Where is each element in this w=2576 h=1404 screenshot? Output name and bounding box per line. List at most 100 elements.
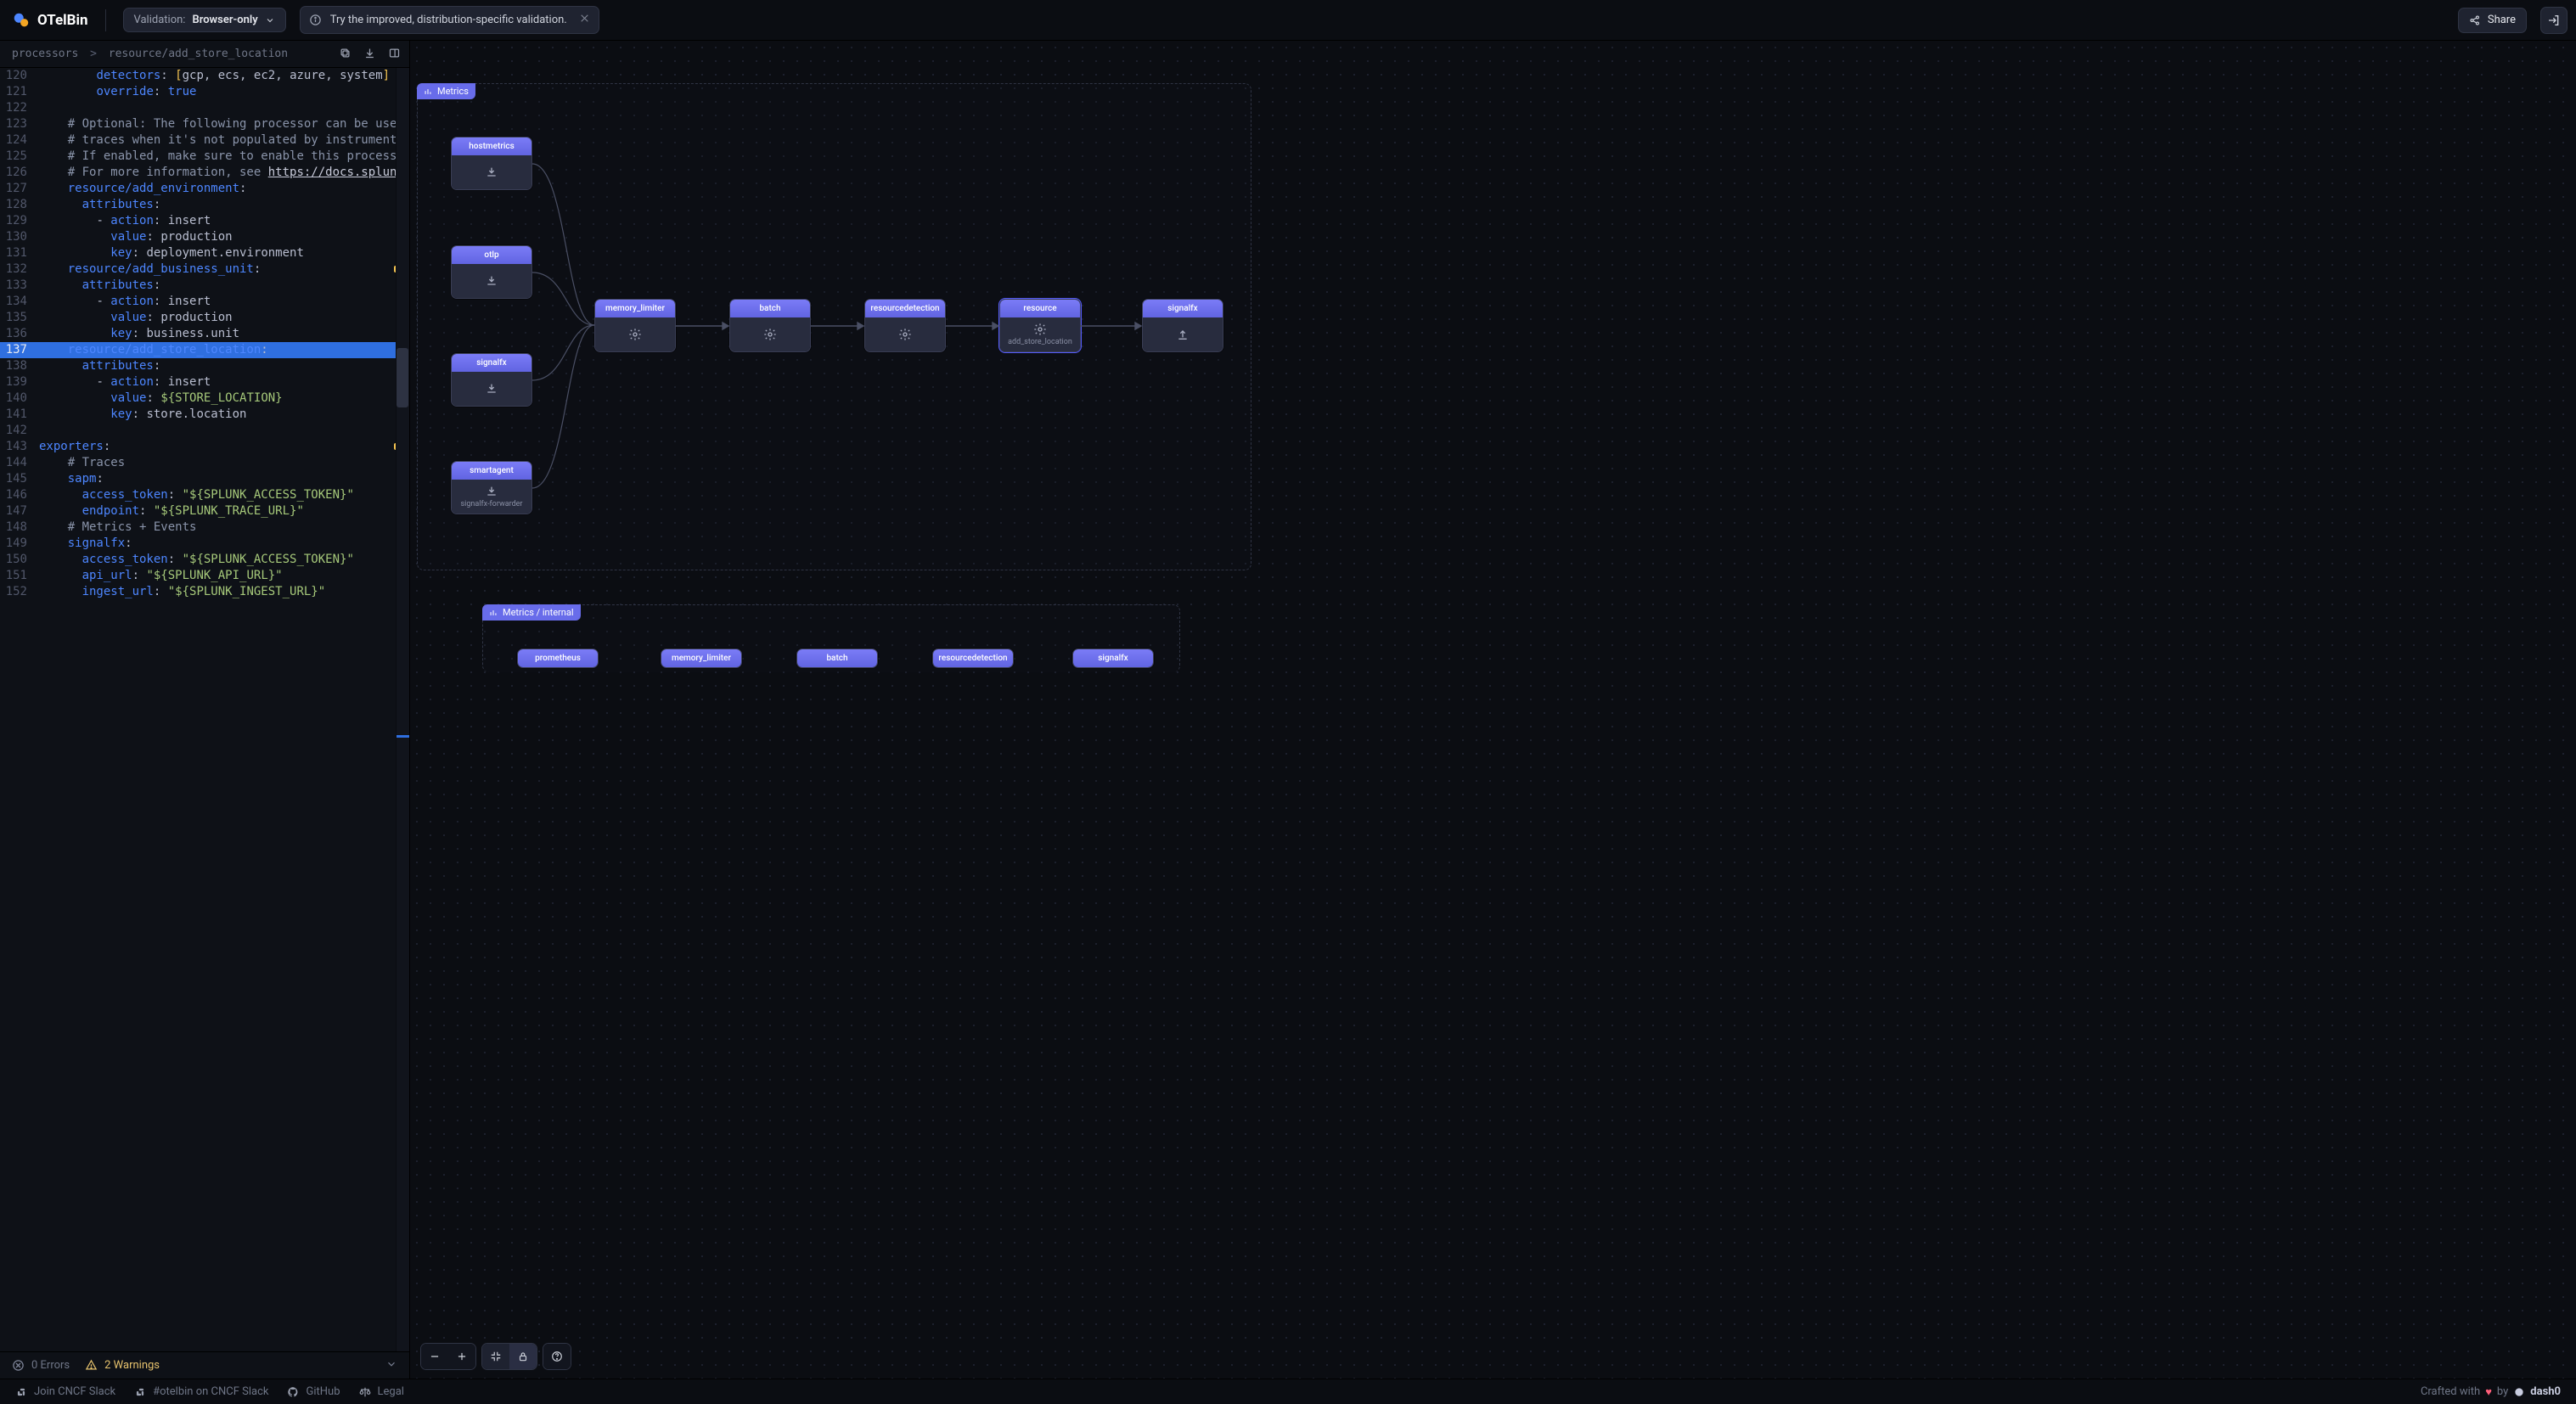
- topbar: OTelBin Validation: Browser-only Try the…: [0, 0, 2576, 41]
- code-line[interactable]: 129 - action: insert: [0, 213, 401, 229]
- slack-icon: [134, 1386, 146, 1398]
- code-line[interactable]: 151 api_url: "${SPLUNK_API_URL}": [0, 568, 401, 584]
- info-icon: [309, 14, 322, 26]
- code-line[interactable]: 132 resource/add_business_unit:: [0, 261, 401, 278]
- node-otlp[interactable]: otlp: [451, 245, 532, 299]
- code-line[interactable]: 143exporters:: [0, 439, 401, 455]
- share-icon: [2469, 14, 2481, 26]
- copy-button[interactable]: [337, 45, 353, 64]
- info-banner: Try the improved, distribution-specific …: [300, 6, 599, 34]
- pipeline-metrics: Metrics: [417, 83, 1251, 570]
- github-link[interactable]: GitHub: [287, 1385, 340, 1398]
- code-line[interactable]: 120 detectors: [gcp, ecs, ec2, azure, sy…: [0, 68, 401, 84]
- code-line[interactable]: 140 value: ${STORE_LOCATION}: [0, 390, 401, 407]
- node-memory-limiter[interactable]: memory_limiter: [594, 299, 676, 352]
- validation-label: Validation:: [134, 14, 186, 25]
- validation-value: Browser-only: [192, 14, 257, 25]
- code-line[interactable]: 146 access_token: "${SPLUNK_ACCESS_TOKEN…: [0, 487, 401, 503]
- validation-select[interactable]: Validation: Browser-only: [123, 8, 286, 32]
- code-line[interactable]: 121 override: true: [0, 84, 401, 100]
- code-line[interactable]: 144 # Traces: [0, 455, 401, 471]
- pipeline-tag-metrics: Metrics: [417, 83, 475, 99]
- node-internal-memory[interactable]: memory_limiter: [661, 649, 742, 668]
- bar-chart-icon: [424, 87, 432, 96]
- minimap-thumb[interactable]: [397, 348, 408, 407]
- node-internal-batch[interactable]: batch: [796, 649, 878, 668]
- upload-icon: [1176, 328, 1190, 341]
- code-line[interactable]: 148 # Metrics + Events: [0, 519, 401, 536]
- code-line[interactable]: 137 resource/add_store_location:: [0, 342, 401, 358]
- node-prometheus[interactable]: prometheus: [517, 649, 599, 668]
- toggle-panel-button[interactable]: [386, 45, 402, 64]
- code-line[interactable]: 125 # If enabled, make sure to enable th…: [0, 149, 401, 165]
- code-line[interactable]: 134 - action: insert: [0, 294, 401, 310]
- code-line[interactable]: 124 # traces when it's not populated by …: [0, 132, 401, 149]
- code-line[interactable]: 126 # For more information, see https://…: [0, 165, 401, 181]
- errors-count[interactable]: 0 Errors: [12, 1359, 70, 1372]
- gear-icon: [628, 328, 642, 341]
- node-signalfx-exporter[interactable]: signalfx: [1142, 299, 1223, 352]
- otelbin-icon: [12, 11, 31, 30]
- node-batch[interactable]: batch: [729, 299, 811, 352]
- panel-icon: [388, 47, 401, 59]
- breadcrumb-target[interactable]: resource/add_store_location: [109, 48, 288, 60]
- node-internal-resdet[interactable]: resourcedetection: [932, 649, 1014, 668]
- code-line[interactable]: 141 key: store.location: [0, 407, 401, 423]
- pipeline-canvas[interactable]: Metrics hostmetrics otlp signalfx smarta…: [410, 41, 2576, 1379]
- expand-validation[interactable]: [385, 1358, 397, 1373]
- code-line[interactable]: 130 value: production: [0, 229, 401, 245]
- minimap[interactable]: [396, 68, 409, 1351]
- code-line[interactable]: 133 attributes:: [0, 278, 401, 294]
- signin-button[interactable]: [2540, 7, 2568, 34]
- breadcrumb: processors > resource/add_store_location: [0, 41, 409, 68]
- code-line[interactable]: 127 resource/add_environment:: [0, 181, 401, 197]
- breadcrumb-section[interactable]: processors: [12, 48, 78, 60]
- footer: Join CNCF Slack #otelbin on CNCF Slack G…: [0, 1379, 2576, 1404]
- code-line[interactable]: 138 attributes:: [0, 358, 401, 374]
- code-line[interactable]: 147 endpoint: "${SPLUNK_TRACE_URL}": [0, 503, 401, 519]
- code-line[interactable]: 122: [0, 100, 401, 116]
- code-line[interactable]: 135 value: production: [0, 310, 401, 326]
- lock-view-button[interactable]: [509, 1344, 537, 1369]
- zoom-in-button[interactable]: [448, 1344, 475, 1369]
- login-icon: [2547, 14, 2561, 27]
- code-line[interactable]: 136 key: business.unit: [0, 326, 401, 342]
- copy-icon: [339, 47, 352, 59]
- code-line[interactable]: 150 access_token: "${SPLUNK_ACCESS_TOKEN…: [0, 552, 401, 568]
- node-smartagent[interactable]: smartagent signalfx-forwarder: [451, 461, 532, 514]
- app-name: OTelBin: [37, 12, 88, 29]
- app-logo[interactable]: OTelBin: [8, 11, 88, 30]
- node-resource-add-store[interactable]: resource add_store_location: [999, 299, 1081, 352]
- warnings-count[interactable]: 2 Warnings: [85, 1359, 160, 1372]
- code-line[interactable]: 152 ingest_url: "${SPLUNK_INGEST_URL}": [0, 584, 401, 600]
- bar-chart-icon: [489, 609, 498, 617]
- code-line[interactable]: 142: [0, 423, 401, 439]
- code-line[interactable]: 149 signalfx:: [0, 536, 401, 552]
- gear-icon: [1033, 323, 1047, 336]
- slack-icon: [15, 1386, 27, 1398]
- code-line[interactable]: 128 attributes:: [0, 197, 401, 213]
- close-icon[interactable]: [579, 13, 590, 27]
- node-internal-signalfx[interactable]: signalfx: [1072, 649, 1154, 668]
- slack-channel-link[interactable]: #otelbin on CNCF Slack: [134, 1385, 268, 1398]
- brand-name[interactable]: dash0: [2530, 1385, 2561, 1398]
- zoom-out-button[interactable]: [421, 1344, 448, 1369]
- validation-bar[interactable]: 0 Errors 2 Warnings: [0, 1351, 409, 1379]
- canvas-toolbar: [420, 1343, 571, 1370]
- share-button[interactable]: Share: [2458, 8, 2527, 33]
- download-icon: [485, 166, 498, 179]
- code-line[interactable]: 139 - action: insert: [0, 374, 401, 390]
- code-line[interactable]: 145 sapm:: [0, 471, 401, 487]
- help-button[interactable]: [543, 1344, 571, 1369]
- node-hostmetrics[interactable]: hostmetrics: [451, 137, 532, 190]
- fit-view-button[interactable]: [482, 1344, 509, 1369]
- code-line[interactable]: 123 # Optional: The following processor …: [0, 116, 401, 132]
- node-signalfx-receiver[interactable]: signalfx: [451, 353, 532, 407]
- download-button[interactable]: [362, 45, 378, 64]
- node-resourcedetection[interactable]: resourcedetection: [864, 299, 946, 352]
- slack-join-link[interactable]: Join CNCF Slack: [15, 1385, 115, 1398]
- legal-link[interactable]: Legal: [359, 1385, 404, 1398]
- code-line[interactable]: 131 key: deployment.environment: [0, 245, 401, 261]
- lock-icon: [517, 1351, 529, 1362]
- code-editor[interactable]: 120 detectors: [gcp, ecs, ec2, azure, sy…: [0, 68, 409, 1351]
